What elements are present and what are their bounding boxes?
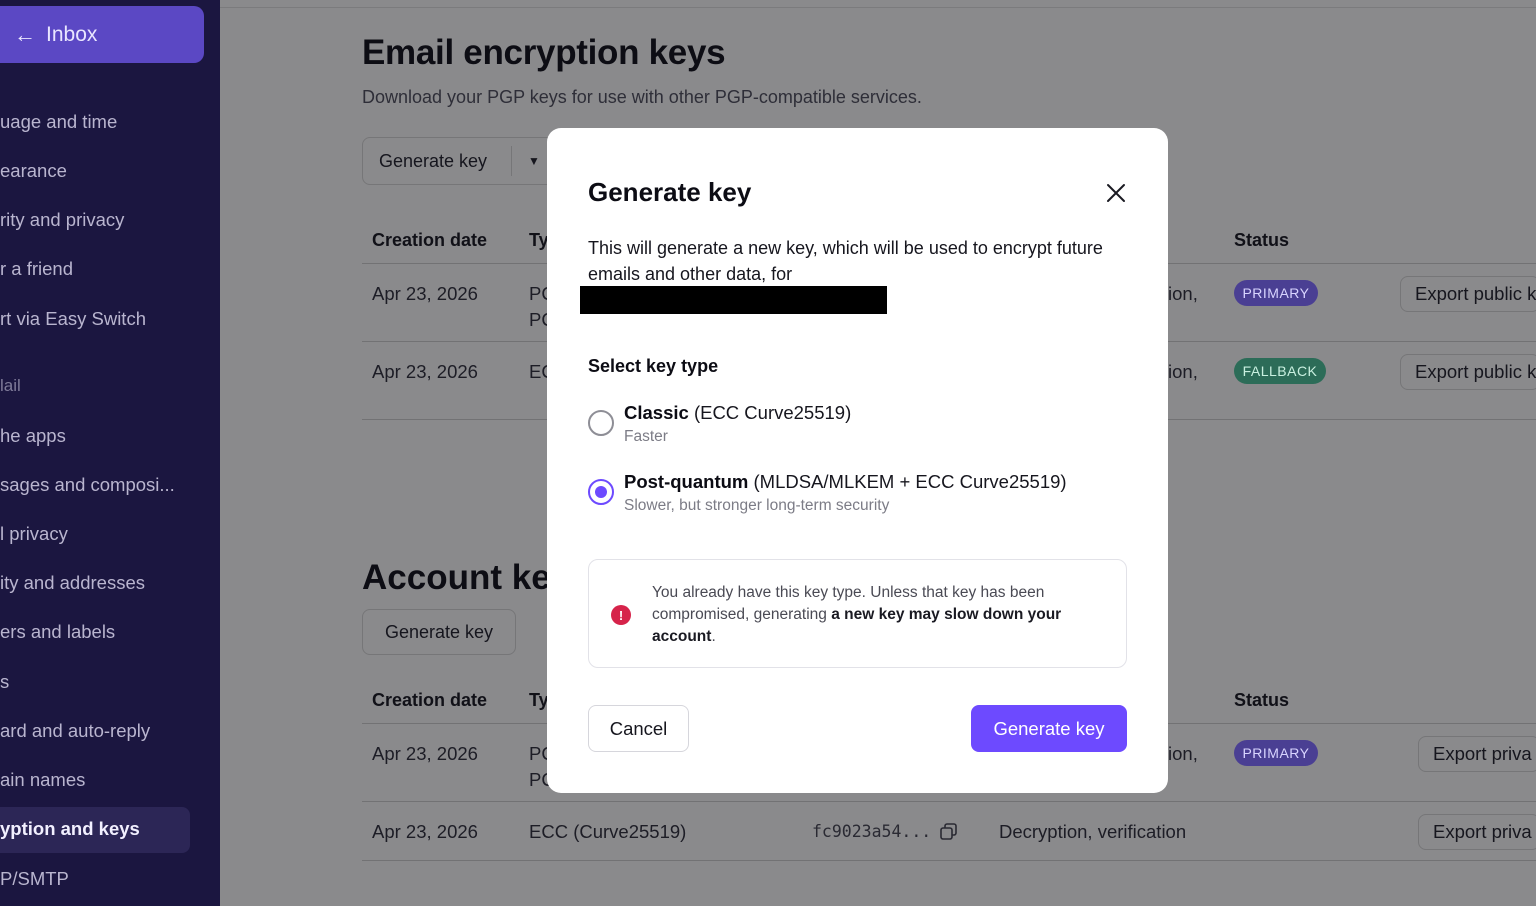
- table-cell-usage: ion,: [1168, 283, 1198, 304]
- table-cell-date: Apr 23, 2026: [372, 821, 478, 842]
- email-keys-title: Email encryption keys: [362, 33, 726, 72]
- status-badge: FALLBACK: [1234, 358, 1326, 384]
- generate-account-key-button[interactable]: Generate key: [362, 609, 516, 655]
- option-detail: (MLDSA/MLKEM + ECC Curve25519): [753, 471, 1067, 492]
- cancel-button[interactable]: Cancel: [588, 705, 689, 752]
- radio-classic[interactable]: [588, 410, 614, 436]
- sidebar-item-filters[interactable]: s: [0, 671, 9, 693]
- column-header-status: Status: [1234, 690, 1290, 710]
- generate-key-button[interactable]: Generate key: [363, 151, 511, 172]
- export-private-key-button[interactable]: Export priva: [1418, 814, 1536, 850]
- column-header-creation-date: Creation date: [372, 230, 488, 250]
- sidebar-item-refer-a-friend[interactable]: r a friend: [0, 258, 73, 280]
- divider: [362, 801, 1536, 802]
- sidebar-item-language-and-time[interactable]: uage and time: [0, 111, 117, 133]
- generate-key-split-button[interactable]: Generate key ▼: [362, 137, 558, 185]
- column-header-creation-date: Creation date: [372, 690, 488, 710]
- sidebar-item-email-privacy[interactable]: l privacy: [0, 523, 68, 545]
- sidebar-item-easy-switch[interactable]: rt via Easy Switch: [0, 308, 146, 330]
- close-button[interactable]: [1101, 178, 1131, 208]
- option-post-quantum-subtext: Slower, but stronger long-term security: [624, 497, 890, 514]
- sidebar-section-mail: lail: [0, 376, 21, 395]
- table-cell-date: Apr 23, 2026: [372, 283, 478, 304]
- sidebar: ← Inbox uage and time earance rity and p…: [0, 0, 220, 906]
- warning-notice: ! You already have this key type. Unless…: [588, 559, 1127, 668]
- sidebar-item-appearance[interactable]: earance: [0, 160, 67, 182]
- table-cell-date: Apr 23, 2026: [372, 361, 478, 382]
- exclamation-icon: !: [611, 605, 631, 625]
- sidebar-item-security-and-privacy[interactable]: rity and privacy: [0, 209, 124, 231]
- email-keys-subtitle: Download your PGP keys for use with othe…: [362, 87, 922, 107]
- account-keys-title: Account ke: [362, 558, 548, 597]
- option-detail: (ECC Curve25519): [693, 402, 852, 423]
- sidebar-item-domain-names[interactable]: ain names: [0, 769, 85, 791]
- copy-icon[interactable]: [939, 822, 959, 842]
- radio-post-quantum[interactable]: [588, 479, 614, 505]
- option-name: Post-quantum: [624, 471, 749, 492]
- column-header-status: Status: [1234, 230, 1290, 250]
- generate-key-submit-button[interactable]: Generate key: [971, 705, 1127, 752]
- export-private-key-button[interactable]: Export priva: [1418, 736, 1536, 772]
- option-classic-subtext: Faster: [624, 428, 668, 445]
- table-cell-type: ECC (Curve25519): [529, 821, 687, 842]
- close-icon: [1107, 184, 1125, 202]
- sidebar-item-identity-and-addresses[interactable]: ity and addresses: [0, 572, 145, 594]
- column-header-type: Ty: [529, 690, 549, 710]
- table-cell-usage: ion,: [1168, 361, 1198, 382]
- table-cell-usage: ion,: [1168, 743, 1198, 764]
- sidebar-item-folders-and-labels[interactable]: ers and labels: [0, 621, 115, 643]
- status-badge: PRIMARY: [1234, 740, 1318, 766]
- export-public-key-button[interactable]: Export public k: [1400, 276, 1536, 312]
- table-cell-date: Apr 23, 2026: [372, 743, 478, 764]
- status-badge: PRIMARY: [1234, 280, 1318, 306]
- export-public-key-button[interactable]: Export public k: [1400, 354, 1536, 390]
- option-name: Classic: [624, 402, 689, 423]
- redacted-email-address: [580, 286, 887, 314]
- dialog-title: Generate key: [588, 177, 752, 207]
- dialog-description: This will generate a new key, which will…: [588, 238, 1103, 284]
- divider: [362, 860, 1536, 861]
- caret-down-icon[interactable]: ▼: [512, 154, 540, 168]
- sidebar-item-forward-and-auto-reply[interactable]: ard and auto-reply: [0, 720, 150, 742]
- arrow-left-icon: ←: [14, 21, 36, 47]
- sidebar-item-imap-smtp[interactable]: P/SMTP: [0, 868, 69, 890]
- select-key-type-label: Select key type: [588, 356, 719, 376]
- inbox-label: Inbox: [46, 22, 98, 46]
- back-to-inbox-button[interactable]: ← Inbox: [0, 6, 204, 63]
- divider: [220, 7, 1536, 8]
- sidebar-item-encryption-and-keys-label: yption and keys: [0, 818, 140, 839]
- option-post-quantum-label[interactable]: Post-quantum (MLDSA/MLKEM + ECC Curve255…: [624, 471, 1067, 493]
- column-header-type: Ty: [529, 230, 549, 250]
- generate-key-dialog: Generate key This will generate a new ke…: [547, 128, 1168, 793]
- option-classic-label[interactable]: Classic (ECC Curve25519): [624, 402, 851, 424]
- table-cell-fingerprint: fc9023a54...: [812, 822, 932, 841]
- sidebar-item-messages-and-composing[interactable]: sages and composi...: [0, 474, 175, 496]
- warning-text: You already have this key type. Unless t…: [652, 584, 1062, 645]
- sidebar-item-get-the-apps[interactable]: he apps: [0, 425, 66, 447]
- table-cell-usage: Decryption, verification: [999, 821, 1187, 842]
